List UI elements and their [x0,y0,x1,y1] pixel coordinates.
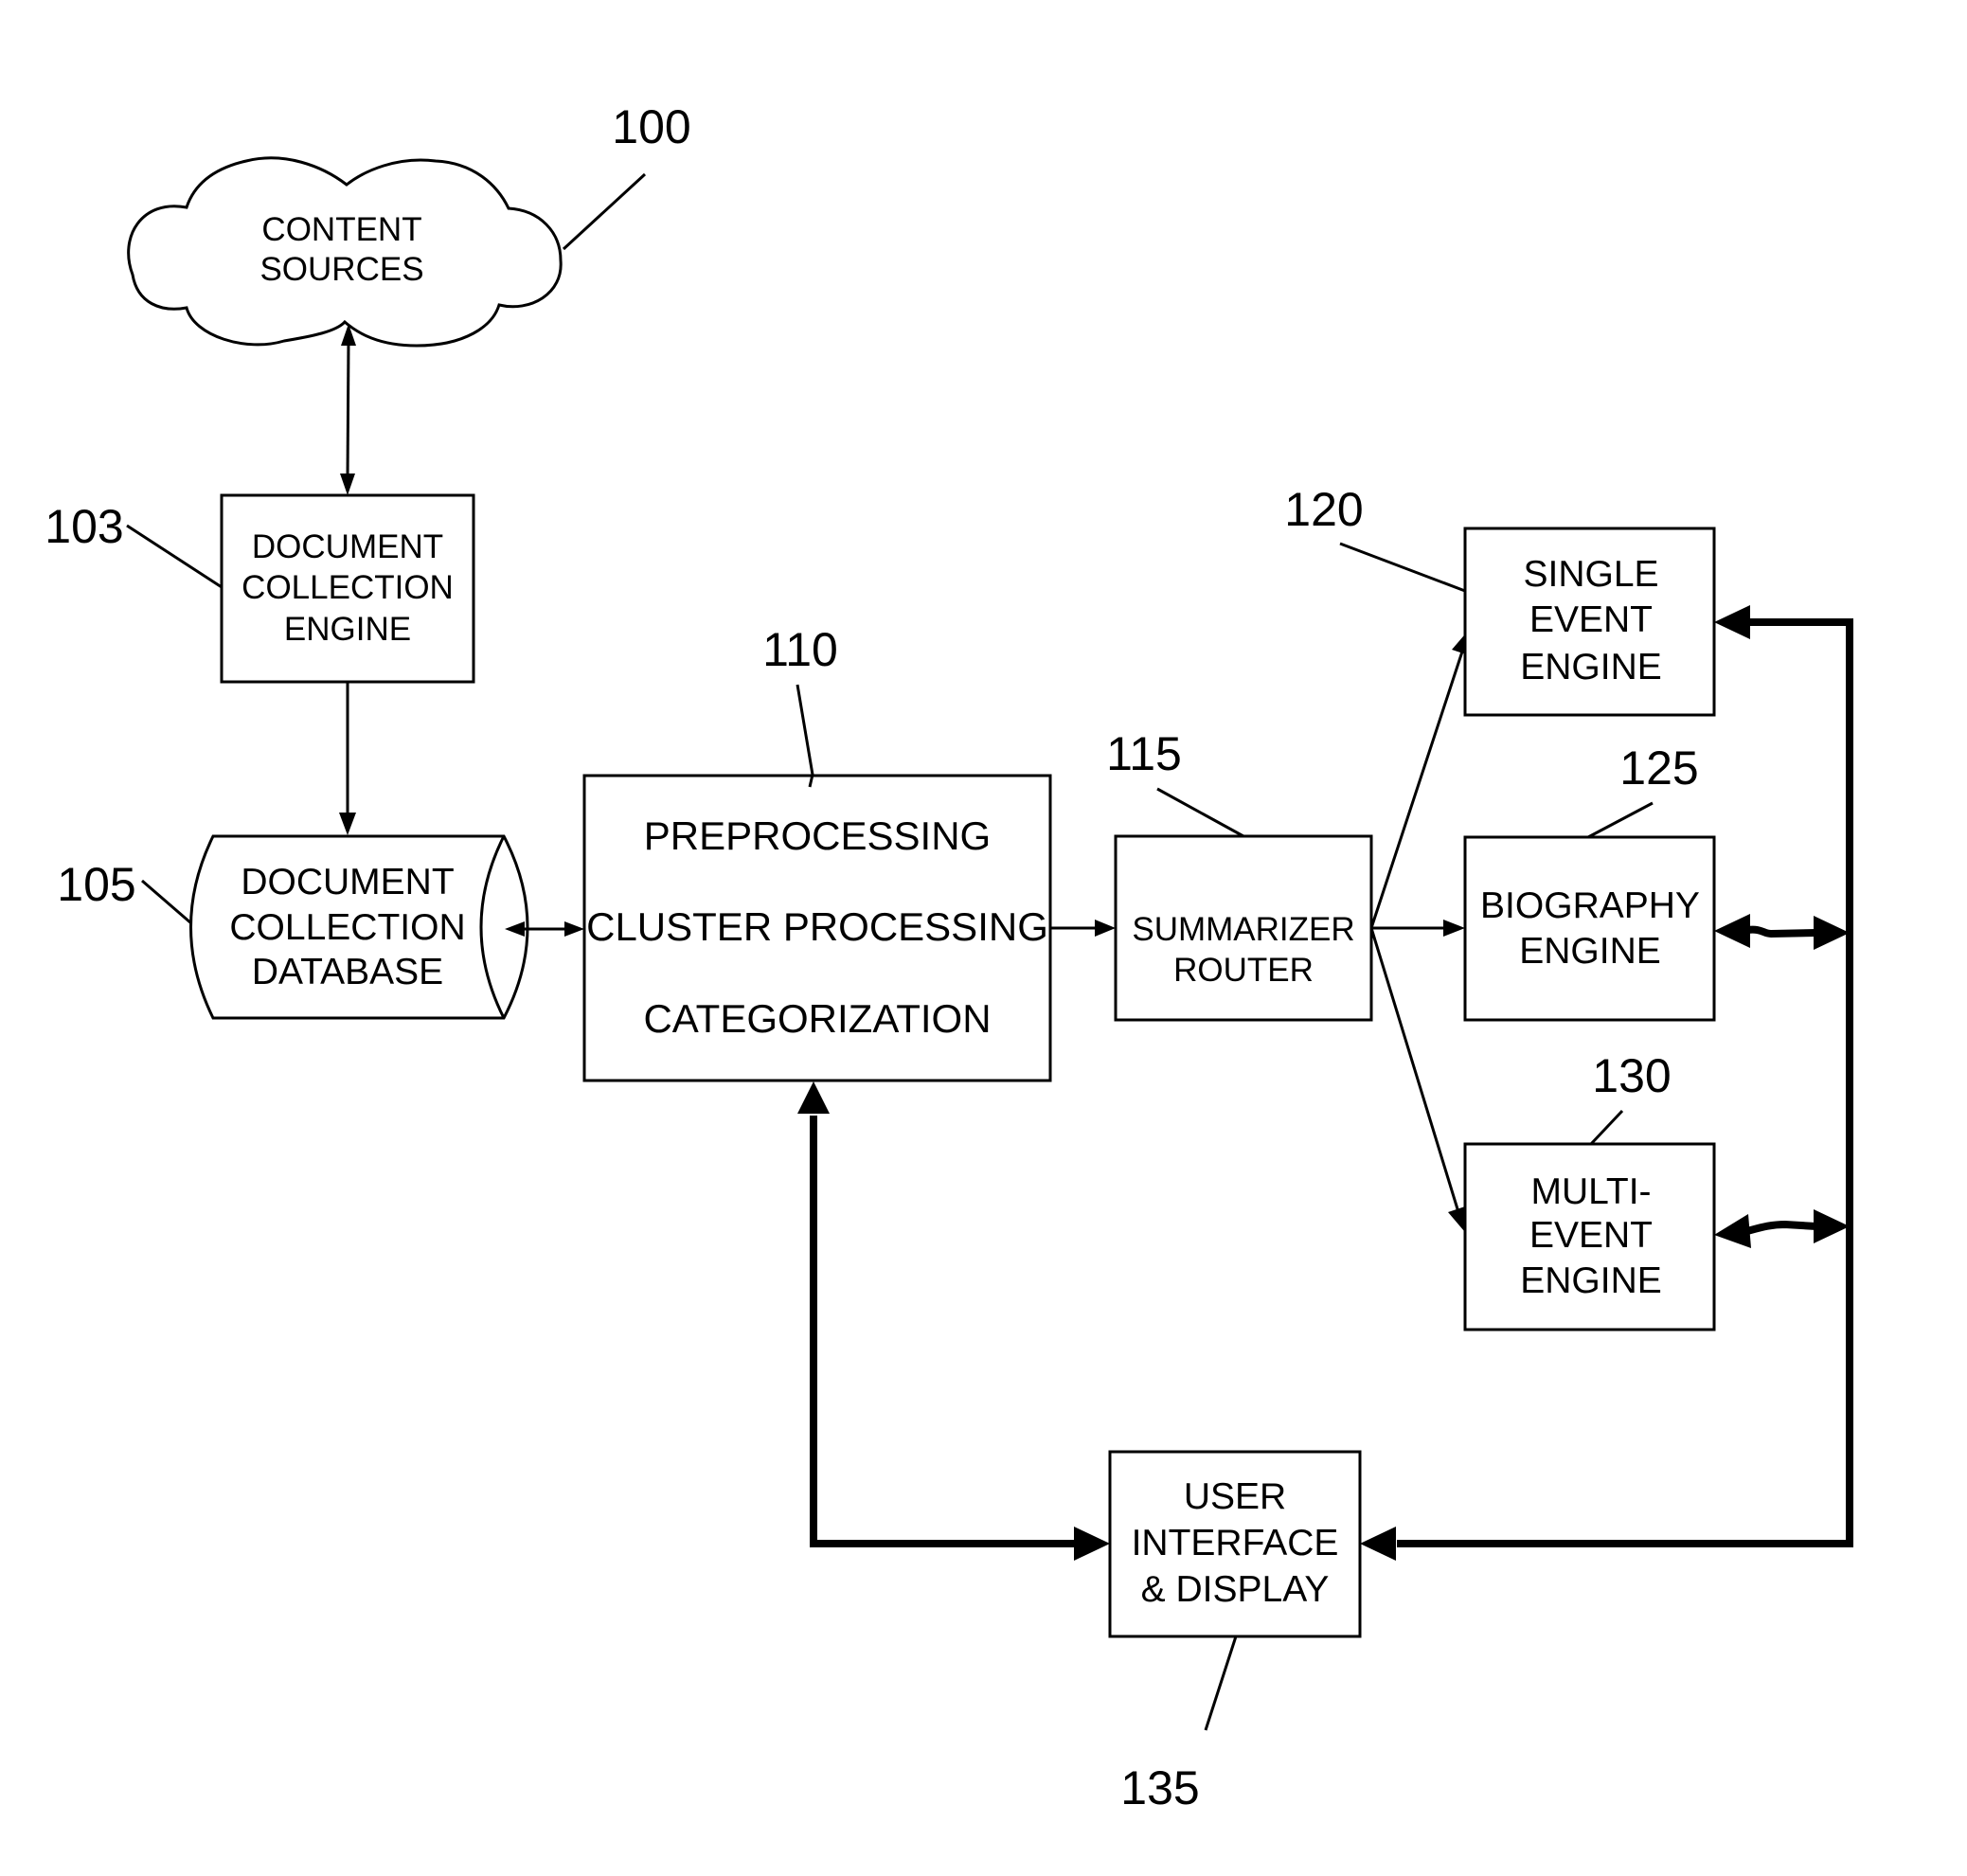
leader-line-110 [796,684,814,788]
arrow-multi-event-bus [1714,1209,1850,1248]
ref-label-135: 135 [1120,1761,1199,1814]
dce-line-3: ENGINE [284,611,411,648]
leader-line-115 [1156,787,1244,838]
multi-event-line-2: EVENT [1529,1215,1653,1256]
biography-box [1463,835,1716,1022]
user-interface-display-node[interactable]: USER INTERFACE & DISPLAY [1108,1450,1362,1638]
ui-line-2: INTERFACE [1132,1523,1339,1563]
arrow-processing-router [1050,920,1116,937]
arrowhead-to-processing [797,1081,830,1114]
document-collection-engine-node[interactable]: DOCUMENT COLLECTION ENGINE [220,493,475,684]
arrow-router-biography [1371,920,1465,937]
arrow-router-single-event [1369,630,1469,929]
system-block-diagram: CONTENT SOURCES 100 DOCUMENT COLLECTION … [45,100,1853,1814]
ref-label-125: 125 [1619,741,1698,795]
leader-line-100 [562,172,647,251]
dce-line-2: COLLECTION [241,569,454,606]
arrowhead-to-ui [1360,1527,1396,1561]
multi-event-line-1: MULTI- [1530,1171,1651,1212]
single-event-engine-node[interactable]: SINGLE EVENT ENGINE [1463,527,1716,717]
leader-line-103 [126,524,223,589]
processing-line-3: CATEGORIZATION [643,996,991,1041]
biography-line-2: ENGINE [1519,931,1661,972]
router-line-1: SUMMARIZER [1132,911,1354,948]
processing-node[interactable]: PREPROCESSING CLUSTER PROCESSING CATEGOR… [582,774,1052,1082]
dce-line-1: DOCUMENT [252,528,443,565]
single-event-line-3: ENGINE [1520,647,1662,688]
biography-line-1: BIOGRAPHY [1480,885,1700,926]
processing-line-2: CLUSTER PROCESSING [586,904,1048,949]
ref-label-120: 120 [1284,483,1363,536]
leader-line-135 [1204,1635,1238,1731]
arrowhead-to-single-event [1714,605,1750,639]
content-sources-node[interactable]: CONTENT SOURCES [127,156,563,348]
ref-label-100: 100 [612,100,690,153]
processing-line-1: PREPROCESSING [644,813,991,858]
single-event-line-1: SINGLE [1523,554,1658,595]
leader-line-105 [141,879,192,925]
ref-label-105: 105 [57,858,135,911]
leader-line-120 [1339,542,1466,593]
cloud-line-2: SOURCES [259,251,423,288]
ref-label-103: 103 [45,500,123,553]
ref-label-115: 115 [1106,727,1182,780]
arrowhead-to-ui-left [1074,1527,1110,1561]
arrow-router-multi-event [1369,927,1465,1231]
arrow-processing-ui [797,1081,1110,1561]
ref-label-110: 110 [762,623,838,676]
summarizer-router-node[interactable]: SUMMARIZER ROUTER [1114,834,1373,1022]
single-event-line-2: EVENT [1529,599,1653,640]
db-line-2: COLLECTION [229,907,465,948]
biography-engine-node[interactable]: BIOGRAPHY ENGINE [1463,835,1716,1022]
cloud-line-1: CONTENT [261,211,421,248]
db-line-3: DATABASE [252,952,443,992]
arrow-cloud-dce [340,324,356,495]
db-line-1: DOCUMENT [241,862,454,902]
leader-line-130 [1589,1109,1624,1146]
ref-label-130: 130 [1592,1049,1671,1102]
multi-event-engine-node[interactable]: MULTI- EVENT ENGINE [1463,1142,1716,1331]
arrow-dce-db [339,682,356,835]
arrow-biography-bus [1714,914,1850,950]
router-line-2: ROUTER [1173,952,1314,989]
leader-line-125 [1587,801,1654,839]
multi-event-line-3: ENGINE [1520,1260,1662,1301]
document-collection-database-node[interactable]: DOCUMENT COLLECTION DATABASE [189,834,529,1020]
ui-line-1: USER [1184,1476,1286,1517]
ui-line-3: & DISPLAY [1141,1569,1330,1610]
